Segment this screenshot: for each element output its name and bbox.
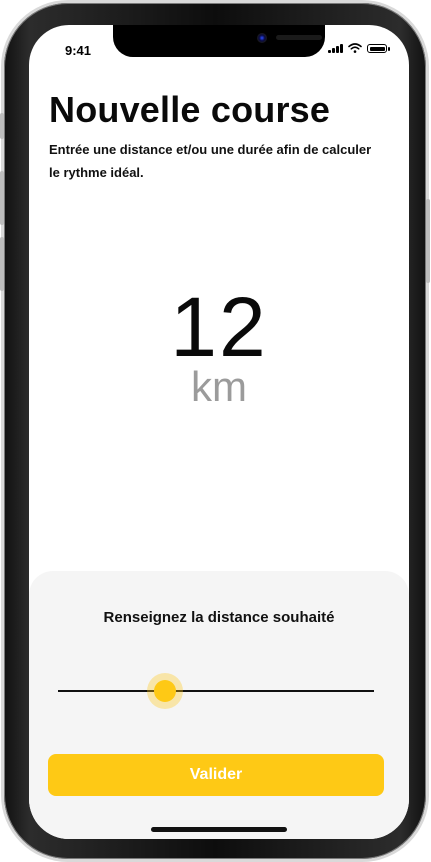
home-indicator[interactable] (151, 827, 287, 832)
validate-button[interactable]: Valider (48, 754, 384, 796)
page-title: Nouvelle course (49, 89, 331, 130)
front-camera-icon (257, 33, 267, 43)
wifi-icon (348, 43, 362, 53)
battery-icon (367, 44, 390, 53)
volume-down-button (0, 237, 4, 291)
page-subtitle: Entrée une distance et/ou une durée afin… (49, 142, 372, 180)
distance-slider[interactable] (58, 671, 374, 711)
cellular-signal-icon (328, 43, 343, 53)
input-sheet: Renseignez la distance souhaité Valider (29, 571, 409, 839)
screen: 9:41 Nouvelle course Entrée une distance… (29, 25, 409, 839)
notch (113, 25, 325, 57)
distance-value: 12 (170, 280, 268, 374)
volume-up-button (0, 171, 4, 225)
status-icons (328, 43, 390, 53)
distance-unit: km (191, 363, 247, 410)
power-button (426, 199, 430, 283)
slider-knob[interactable] (154, 680, 176, 702)
sheet-label: Renseignez la distance souhaité (103, 609, 335, 626)
slider-track[interactable] (58, 690, 374, 692)
phone-frame: 9:41 Nouvelle course Entrée une distance… (0, 3, 430, 859)
speaker-grille (276, 35, 322, 40)
status-time: 9:41 (65, 43, 92, 58)
mute-switch (0, 113, 4, 139)
